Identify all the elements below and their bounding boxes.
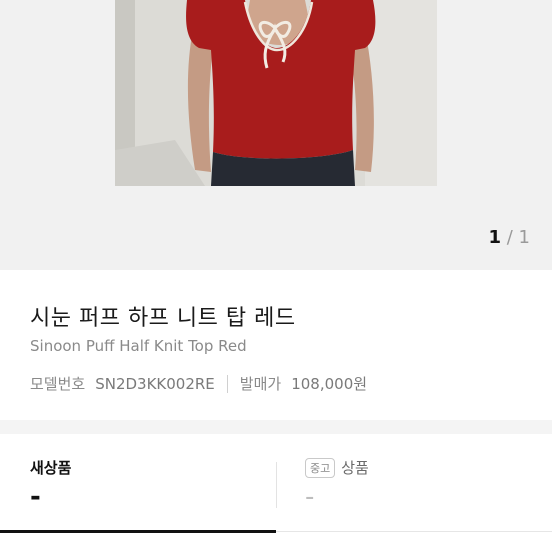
release-price-label: 발매가 bbox=[239, 375, 282, 393]
image-counter-separator: / bbox=[506, 227, 513, 248]
tab-underline bbox=[276, 531, 552, 532]
tab-new-label: 새상품 bbox=[30, 459, 72, 477]
product-gallery[interactable]: 1 / 1 bbox=[0, 0, 552, 270]
meta-divider bbox=[226, 374, 228, 393]
tab-used-price: - bbox=[305, 482, 315, 512]
tab-new-price: - bbox=[30, 482, 41, 512]
image-counter-total: 1 bbox=[518, 227, 530, 248]
tab-active-indicator bbox=[0, 530, 276, 533]
product-title: 시눈 퍼프 하프 니트 탑 레드 bbox=[30, 306, 296, 331]
product-meta: 모델번호 SN2D3KK002RE 발매가 108,000원 bbox=[30, 373, 367, 394]
section-gap bbox=[0, 420, 552, 434]
product-subtitle: Sinoon Puff Half Knit Top Red bbox=[30, 337, 247, 355]
tab-used-product[interactable]: 중고 상품 - bbox=[277, 434, 552, 534]
tab-used-label-group: 중고 상품 bbox=[305, 457, 369, 478]
release-price-value: 108,000원 bbox=[291, 375, 368, 393]
used-badge: 중고 bbox=[305, 457, 336, 478]
image-counter: 1 / 1 bbox=[488, 227, 530, 248]
model-number-label: 모델번호 bbox=[30, 375, 86, 393]
model-number-value: SN2D3KK002RE bbox=[95, 374, 215, 393]
tab-new-product[interactable]: 새상품 - bbox=[0, 434, 276, 534]
image-counter-current: 1 bbox=[488, 227, 501, 248]
condition-tabs: 새상품 - 중고 상품 - bbox=[0, 434, 552, 552]
product-image bbox=[115, 0, 437, 186]
tab-used-label: 상품 bbox=[341, 459, 369, 477]
product-info: 시눈 퍼프 하프 니트 탑 레드 Sinoon Puff Half Knit T… bbox=[0, 270, 552, 420]
